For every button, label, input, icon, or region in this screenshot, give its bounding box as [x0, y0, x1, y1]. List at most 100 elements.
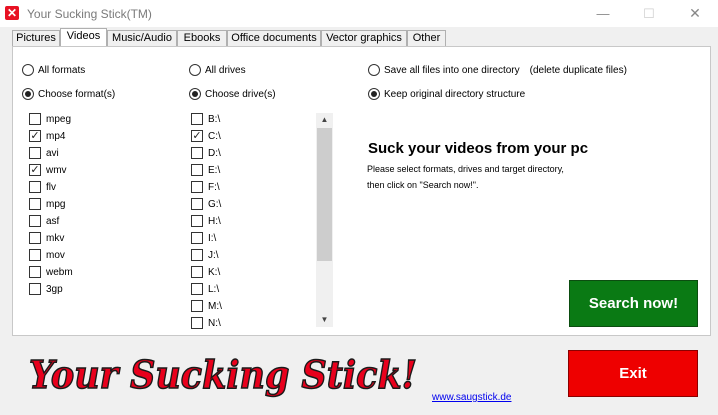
checkbox[interactable] — [29, 249, 41, 261]
exit-button[interactable]: Exit — [568, 350, 698, 397]
checkbox[interactable] — [29, 232, 41, 244]
panel-heading: Suck your videos from your pc — [368, 140, 589, 157]
radio-circle[interactable] — [22, 64, 34, 76]
one-directory-label: Save all files into one directory — [384, 64, 520, 76]
checkbox[interactable] — [191, 266, 203, 278]
drive-item[interactable]: J:\ — [191, 248, 219, 262]
format-item[interactable]: 3gp — [29, 282, 63, 296]
checkbox[interactable] — [29, 283, 41, 295]
drive-item[interactable]: H:\ — [191, 214, 221, 228]
drive-label: I:\ — [208, 232, 217, 244]
drive-label: M:\ — [208, 300, 222, 312]
checkbox[interactable] — [191, 215, 203, 227]
all-drives-label: All drives — [205, 64, 246, 76]
checkbox[interactable] — [191, 181, 203, 193]
drive-item[interactable]: D:\ — [191, 146, 221, 160]
x-icon: ✕ — [5, 6, 19, 20]
checkbox[interactable] — [29, 181, 41, 193]
checkbox[interactable]: ✓ — [29, 130, 41, 142]
website-link[interactable]: www.saugstick.de — [432, 392, 511, 403]
radio-circle[interactable] — [189, 88, 201, 100]
checkbox[interactable] — [29, 215, 41, 227]
checkbox[interactable]: ✓ — [191, 130, 203, 142]
duplicate-note: (delete duplicate files) — [529, 64, 627, 76]
checkbox[interactable] — [191, 249, 203, 261]
choose-formats-radio[interactable]: Choose format(s) — [22, 87, 115, 101]
checkbox[interactable] — [191, 283, 203, 295]
checkbox[interactable] — [191, 164, 203, 176]
maximize-button[interactable]: ☐ — [626, 0, 672, 27]
drive-label: F:\ — [208, 181, 220, 193]
format-item[interactable]: flv — [29, 180, 56, 194]
choose-drives-label: Choose drive(s) — [205, 88, 276, 100]
checkbox[interactable] — [191, 113, 203, 125]
scroll-thumb[interactable] — [317, 128, 332, 261]
drive-item[interactable]: K:\ — [191, 265, 220, 279]
drive-label: E:\ — [208, 164, 221, 176]
drive-item[interactable]: E:\ — [191, 163, 220, 177]
format-item[interactable]: mpg — [29, 197, 65, 211]
drive-label: G:\ — [208, 198, 222, 210]
drive-item[interactable]: N:\ — [191, 316, 221, 330]
checkbox[interactable] — [191, 300, 203, 312]
format-item[interactable]: mkv — [29, 231, 64, 245]
format-item[interactable]: asf — [29, 214, 59, 228]
drive-label: B:\ — [208, 113, 221, 125]
format-item[interactable]: ✓ mp4 — [29, 129, 65, 143]
checkbox[interactable] — [191, 147, 203, 159]
radio-circle[interactable] — [22, 88, 34, 100]
one-directory-radio[interactable]: Save all files into one directory (delet… — [368, 63, 627, 77]
drive-item[interactable]: G:\ — [191, 197, 221, 211]
drive-item[interactable]: I:\ — [191, 231, 216, 245]
scroll-down-icon[interactable]: ▼ — [316, 313, 333, 327]
radio-circle[interactable] — [368, 64, 380, 76]
logo: Your Sucking Stick! — [25, 342, 425, 406]
all-drives-radio[interactable]: All drives — [189, 63, 246, 77]
tab-pictures[interactable]: Pictures — [12, 30, 60, 46]
all-formats-label: All formats — [38, 64, 86, 76]
radio-circle[interactable] — [189, 64, 201, 76]
drive-label: D:\ — [208, 147, 221, 159]
minimize-button[interactable]: — — [580, 0, 626, 27]
drive-item[interactable]: M:\ — [191, 299, 222, 313]
checkbox[interactable] — [29, 113, 41, 125]
checkbox[interactable] — [29, 147, 41, 159]
search-now-button[interactable]: Search now! — [569, 280, 698, 327]
checkbox[interactable] — [191, 198, 203, 210]
all-formats-radio[interactable]: All formats — [22, 63, 85, 77]
format-label: mpeg — [46, 113, 72, 125]
drive-label: J:\ — [208, 249, 219, 261]
format-item[interactable]: mpeg — [29, 112, 71, 126]
scroll-up-icon[interactable]: ▲ — [316, 113, 333, 127]
tab-office-documents[interactable]: Office documents — [227, 30, 321, 46]
drive-list-scrollbar[interactable]: ▲ ▼ — [316, 113, 333, 327]
drive-item[interactable]: ✓ C:\ — [191, 129, 221, 143]
radio-circle[interactable] — [368, 88, 380, 100]
checkbox[interactable] — [29, 198, 41, 210]
tab-vector-graphics[interactable]: Vector graphics — [321, 30, 407, 46]
format-label: wmv — [46, 164, 67, 176]
format-item[interactable]: webm — [29, 265, 73, 279]
format-label: 3gp — [46, 283, 63, 295]
tab-ebooks[interactable]: Ebooks — [177, 30, 227, 46]
format-label: avi — [46, 147, 59, 159]
drive-item[interactable]: L:\ — [191, 282, 219, 296]
format-item[interactable]: ✓ wmv — [29, 163, 67, 177]
window-title: Your Sucking Stick(TM) — [27, 7, 152, 21]
keep-structure-radio[interactable]: Keep original directory structure — [368, 87, 525, 101]
drive-item[interactable]: F:\ — [191, 180, 220, 194]
tab-music-audio[interactable]: Music/Audio — [107, 30, 177, 46]
checkbox[interactable] — [191, 317, 203, 329]
instructions-line-2: then click on "Search now!". — [367, 180, 479, 190]
tab-other[interactable]: Other — [407, 30, 446, 46]
tab-videos[interactable]: Videos — [60, 28, 107, 46]
close-button[interactable]: ✕ — [672, 0, 718, 27]
format-item[interactable]: mov — [29, 248, 65, 262]
drive-item[interactable]: B:\ — [191, 112, 220, 126]
choose-drives-radio[interactable]: Choose drive(s) — [189, 87, 276, 101]
instructions-line-1: Please select formats, drives and target… — [367, 164, 564, 174]
format-item[interactable]: avi — [29, 146, 59, 160]
checkbox[interactable] — [191, 232, 203, 244]
checkbox[interactable]: ✓ — [29, 164, 41, 176]
checkbox[interactable] — [29, 266, 41, 278]
